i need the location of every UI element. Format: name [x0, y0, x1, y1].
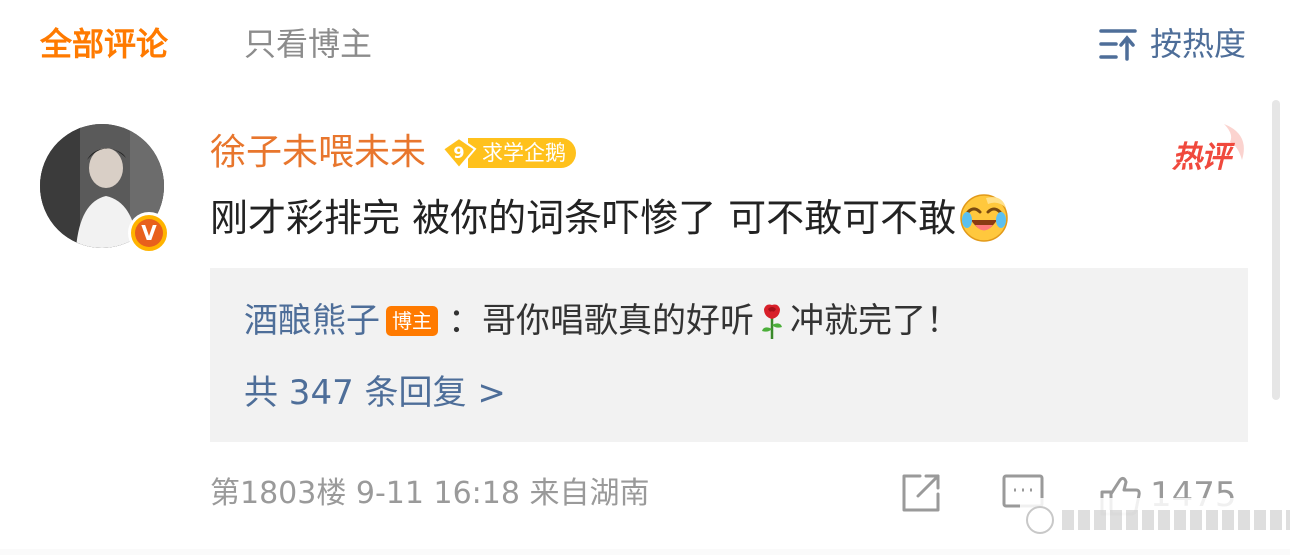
tab-owner-only[interactable]: 只看博主: [244, 24, 372, 64]
owner-tag: 博主: [386, 306, 438, 336]
view-replies-link[interactable]: 共 347 条回复 >: [244, 370, 506, 416]
share-icon: [902, 474, 940, 512]
reply-text-after: 冲就完了！: [790, 301, 960, 341]
tab-all-comments[interactable]: 全部评论: [40, 24, 168, 64]
reply-preview[interactable]: 酒酿熊子 博主 ： 哥你唱歌真的好听 冲就完了！ 共 347 条回复 >: [210, 268, 1248, 442]
share-button[interactable]: [898, 470, 944, 520]
hot-comment-badge: 热评: [1172, 120, 1252, 175]
comment-text: 刚才彩排完 被你的词条吓惨了 可不敢可不敢: [210, 192, 1010, 244]
reply-username[interactable]: 酒酿熊子: [244, 298, 380, 344]
member-level: 9: [453, 143, 464, 162]
comment-meta: 第1803楼 9-11 16:18 来自湖南: [210, 476, 650, 511]
comment-tabs: 全部评论 只看博主 按热度: [40, 18, 1246, 72]
reply-separator: ：: [448, 301, 482, 341]
bottom-divider: [0, 549, 1290, 555]
sort-by-hot-button[interactable]: 按热度: [1098, 24, 1246, 64]
member-level-diamond-icon: 9: [441, 136, 477, 170]
sort-icon: [1099, 29, 1137, 61]
comment-header: 徐子未喂未未 9 求学企鹅: [210, 128, 577, 178]
reply-text-before: 哥你唱歌真的好听: [482, 301, 754, 341]
watermark-logo-icon: [1026, 506, 1054, 534]
laughing-crying-emoji-icon: [960, 194, 1008, 242]
member-label: 求学企鹅: [468, 138, 577, 168]
member-badge[interactable]: 9 求学企鹅: [440, 136, 577, 170]
rose-emoji-icon: [762, 304, 782, 339]
top-reply: 酒酿熊子 博主 ： 哥你唱歌真的好听 冲就完了！: [244, 298, 960, 344]
comment-username[interactable]: 徐子未喂未未: [210, 129, 426, 177]
verified-badge-icon: V: [128, 212, 170, 254]
watermark-text-blur: [1062, 510, 1290, 530]
sort-label: 按热度: [1149, 25, 1246, 63]
watermark: [1020, 498, 1290, 542]
scrollbar[interactable]: [1272, 100, 1280, 400]
hot-label: 热评: [1172, 140, 1231, 175]
comment-body: 刚才彩排完 被你的词条吓惨了 可不敢可不敢: [210, 196, 957, 240]
